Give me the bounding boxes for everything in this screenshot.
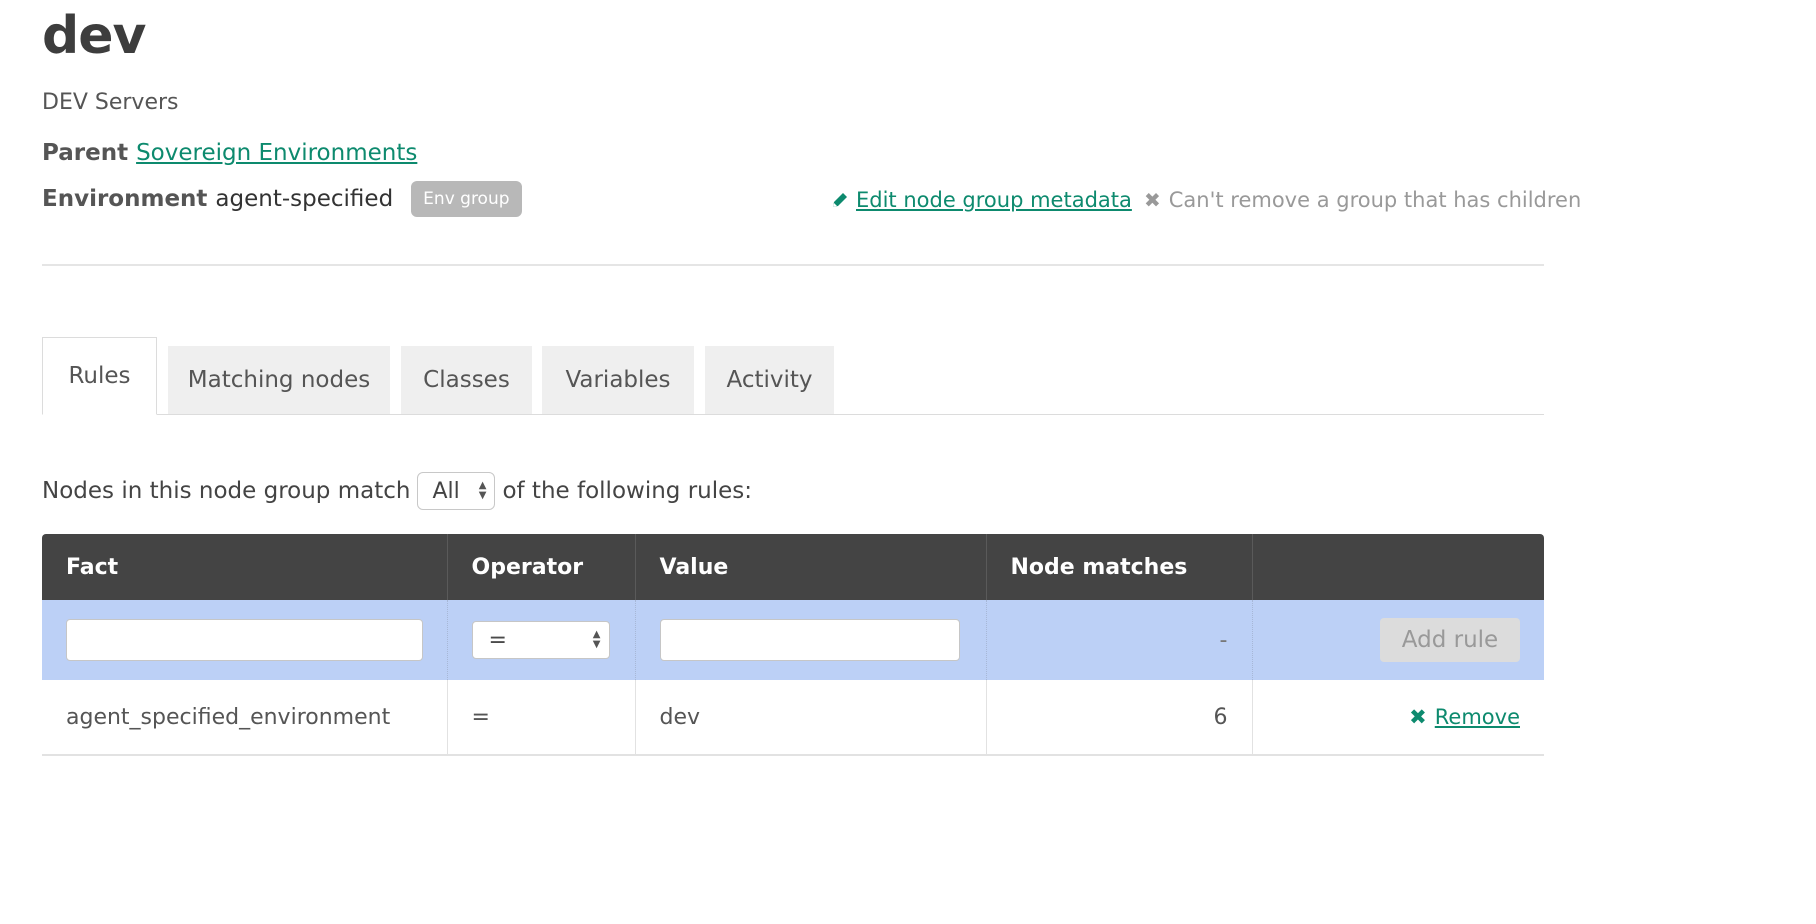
select-arrows-icon: ▲ ▼: [478, 480, 487, 501]
tab-variables-label: Variables: [565, 367, 671, 393]
match-sentence: Nodes in this node group match All ▲ ▼ of…: [42, 472, 752, 510]
table-row: agent_specified_environment = dev 6 ✖ Re…: [42, 680, 1544, 756]
operator-select[interactable]: = ▲ ▼: [471, 621, 610, 659]
environment-label: Environment: [42, 186, 208, 212]
column-header-node-matches: Node matches: [985, 534, 1252, 600]
tab-classes[interactable]: Classes: [401, 346, 532, 414]
env-group-badge: Env group: [411, 181, 522, 217]
page-title: dev: [42, 6, 146, 66]
rule-node-matches: 6: [985, 680, 1252, 756]
select-arrows-icon: ▲ ▼: [592, 629, 601, 650]
group-description: DEV Servers: [42, 90, 179, 115]
x-icon: ✖: [1144, 188, 1161, 212]
operator-select-value: =: [488, 627, 507, 653]
tab-rules-label: Rules: [68, 363, 131, 389]
tab-matching-nodes-label: Matching nodes: [187, 367, 371, 393]
rule-operator: =: [446, 680, 635, 756]
table-header-row: Fact Operator Value Node matches: [42, 534, 1544, 600]
match-mode-value: All: [432, 478, 460, 504]
environment-value: agent-specified: [215, 186, 394, 212]
parent-row: Parent Sovereign Environments: [42, 140, 417, 166]
header-divider: [42, 264, 1544, 266]
tab-rules[interactable]: Rules: [42, 337, 157, 415]
new-rule-node-matches: -: [985, 600, 1252, 680]
tab-activity-label: Activity: [726, 367, 813, 393]
rule-value: dev: [634, 680, 986, 756]
fact-input[interactable]: [66, 619, 423, 661]
cant-remove-notice: ✖ Can't remove a group that has children: [1144, 188, 1581, 212]
add-rule-button[interactable]: Add rule: [1380, 618, 1520, 662]
parent-link[interactable]: Sovereign Environments: [136, 140, 417, 166]
edit-metadata-link[interactable]: Edit node group metadata: [830, 188, 1132, 212]
environment-row: Environment agent-specified Env group: [42, 181, 522, 217]
match-mode-select[interactable]: All ▲ ▼: [417, 472, 496, 510]
column-header-fact: Fact: [42, 534, 447, 600]
remove-rule-label[interactable]: Remove: [1435, 705, 1520, 729]
match-suffix: of the following rules:: [502, 478, 753, 504]
column-header-value: Value: [634, 534, 986, 600]
tab-classes-label: Classes: [423, 367, 510, 393]
column-header-actions: [1251, 534, 1544, 600]
tab-matching-nodes[interactable]: Matching nodes: [168, 346, 390, 414]
column-header-operator: Operator: [446, 534, 635, 600]
tab-variables[interactable]: Variables: [542, 346, 694, 414]
remove-x-icon: ✖: [1409, 704, 1427, 729]
value-input[interactable]: [659, 619, 960, 661]
tab-bar: Rules Matching nodes Classes Variables A…: [42, 336, 1544, 415]
rule-fact: agent_specified_environment: [42, 680, 447, 756]
edit-metadata-label[interactable]: Edit node group metadata: [856, 188, 1132, 212]
pencil-icon: [833, 193, 847, 207]
rules-table: Fact Operator Value Node matches = ▲ ▼ - …: [42, 534, 1544, 756]
new-rule-row: = ▲ ▼ - Add rule: [42, 600, 1544, 680]
tab-activity[interactable]: Activity: [705, 346, 834, 414]
cant-remove-label: Can't remove a group that has children: [1168, 188, 1582, 212]
remove-rule-link[interactable]: ✖ Remove: [1409, 705, 1520, 729]
parent-label: Parent: [42, 140, 129, 166]
match-prefix: Nodes in this node group match: [42, 478, 411, 504]
